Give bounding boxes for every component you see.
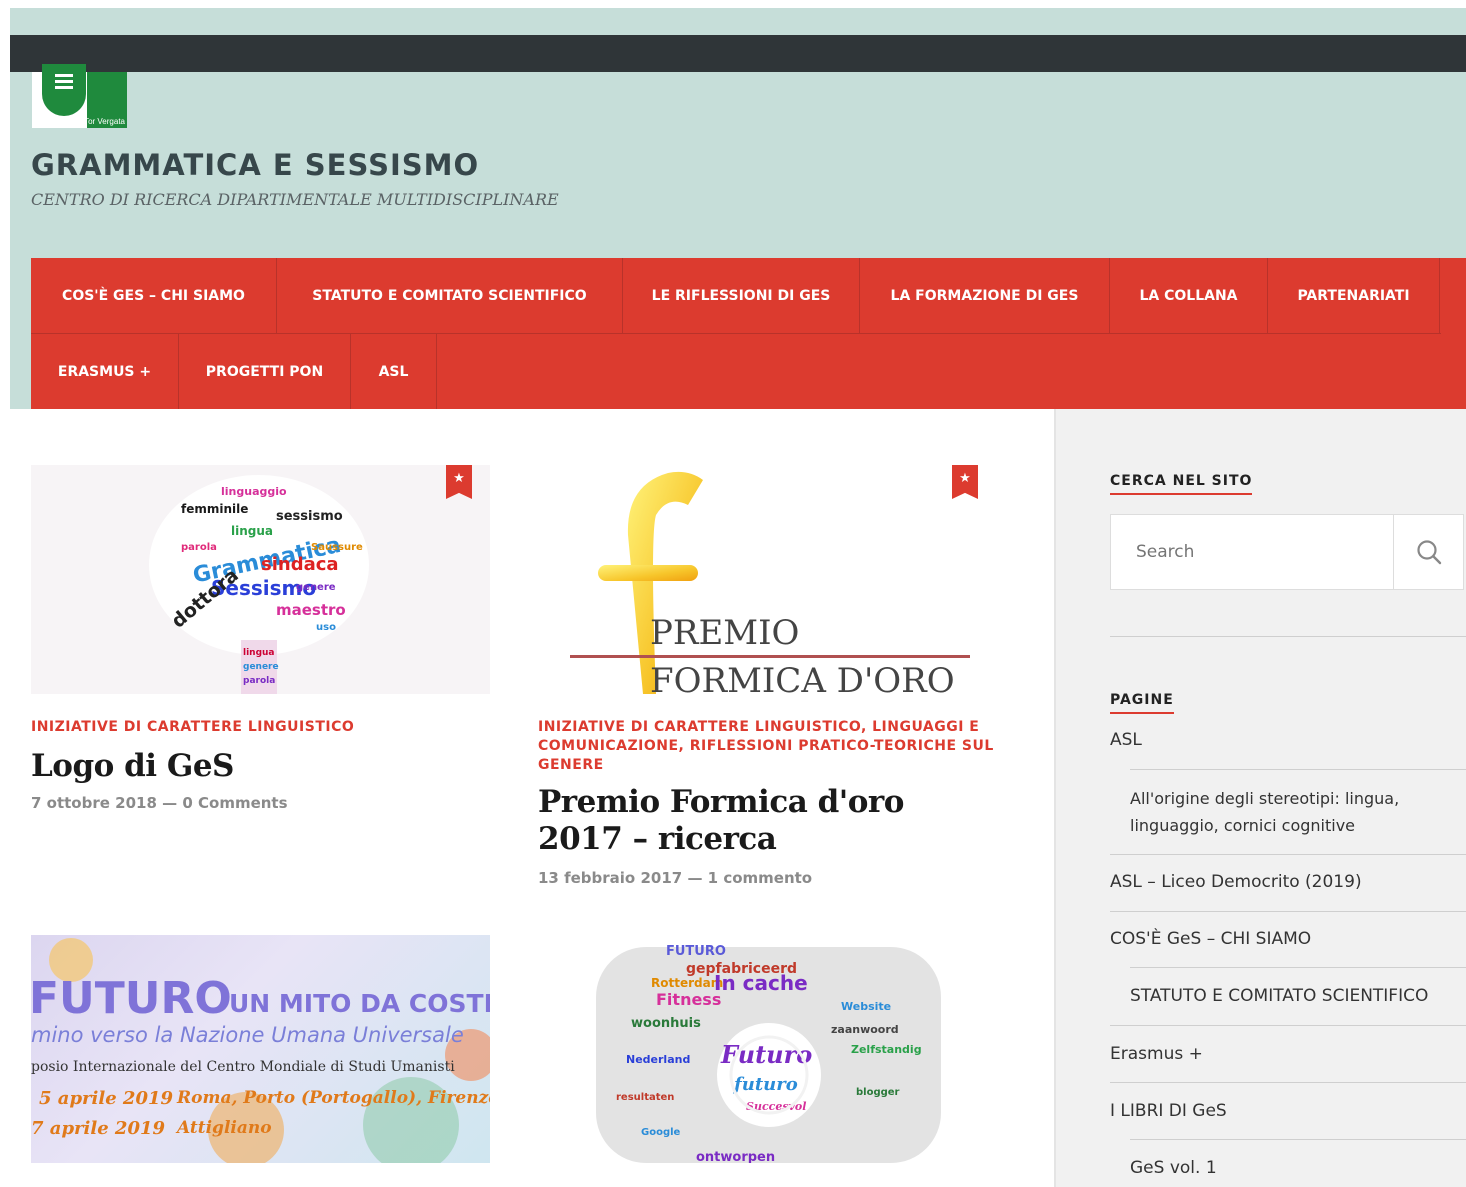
page-link-asl[interactable]: ASL <box>1110 727 1142 754</box>
widget-title-pages: PAGINE <box>1110 692 1174 714</box>
list-divider <box>1110 911 1466 912</box>
logo-emblem <box>42 64 86 116</box>
futuro-image-subtitle: UN MITO DA COSTRU <box>229 989 490 1018</box>
post-meta: 7 ottobre 2018 — 0 Comments <box>31 794 288 812</box>
svg-text:FUTURO: FUTURO <box>666 944 726 959</box>
list-divider <box>1110 1025 1466 1026</box>
page-link-ges-vol-1[interactable]: GeS vol. 1 <box>1130 1155 1217 1182</box>
svg-text:parola: parola <box>243 676 275 686</box>
post-thumbnail-logo-ges[interactable]: linguaggio femminile sessismo Grammatica… <box>31 465 490 694</box>
svg-text:Google: Google <box>641 1127 681 1138</box>
futuro-image-place: Attigliano <box>177 1118 272 1138</box>
svg-text:genere: genere <box>243 662 279 672</box>
post-date[interactable]: 13 febbraio 2017 <box>538 869 682 887</box>
page-link-asl-democrito[interactable]: ASL – Liceo Democrito (2019) <box>1110 869 1362 896</box>
nav-item-progetti-pon[interactable]: PROGETTI PON <box>179 334 351 409</box>
svg-text:resultaten: resultaten <box>616 1092 674 1103</box>
futuro-image-line: mino verso la Nazione Umana Universale <box>31 1023 464 1047</box>
nav-item-partenariati[interactable]: PARTENARIATI <box>1268 258 1440 333</box>
widget-title-search: CERCA NEL SITO <box>1110 473 1253 495</box>
svg-text:Saussure: Saussure <box>311 542 363 553</box>
site-logo[interactable]: Tor Vergata <box>32 64 127 128</box>
nav-item-erasmus[interactable]: ERASMUS + <box>31 334 179 409</box>
svg-text:In cache: In cache <box>714 971 808 995</box>
word-cloud-tree: linguaggio femminile sessismo Grammatica… <box>149 475 369 694</box>
futuro-image-place: Roma, Porto (Portogallo), Firenze <box>177 1088 490 1108</box>
search-form <box>1110 514 1464 590</box>
post-thumbnail-futuro-cloud[interactable]: FUTURO gepfabriceerd Rotterdam In cache … <box>596 935 941 1163</box>
list-divider <box>1110 1082 1466 1083</box>
nav-row-2: ERASMUS + PROGETTI PON ASL <box>31 334 437 409</box>
post-category[interactable]: INIZIATIVE DI CARATTERE LINGUISTICO <box>31 718 491 737</box>
window-edge <box>0 0 1466 8</box>
word-cloud-ring: FUTURO gepfabriceerd Rotterdam In cache … <box>596 944 941 1163</box>
svg-text:woonhuis: woonhuis <box>631 1016 701 1031</box>
logo-subtext: Tor Vergata <box>84 117 125 126</box>
list-divider <box>1110 854 1466 855</box>
nav-item-chi-siamo[interactable]: COS'È GES – CHI SIAMO <box>31 258 277 333</box>
svg-text:Website: Website <box>841 1000 891 1013</box>
site-tagline: CENTRO DI RICERCA DIPARTIMENTALE MULTIDI… <box>31 190 559 209</box>
futuro-image-line: posio Internazionale del Centro Mondiale… <box>31 1059 455 1075</box>
svg-text:Rotterdam: Rotterdam <box>651 976 723 990</box>
formica-logo <box>570 471 970 694</box>
svg-text:femminile: femminile <box>181 502 248 516</box>
post-date[interactable]: 7 ottobre 2018 <box>31 794 157 812</box>
svg-text:Zelfstandig: Zelfstandig <box>851 1043 922 1056</box>
page-link-erasmus[interactable]: Erasmus + <box>1110 1041 1203 1068</box>
post-meta: 13 febbraio 2017 — 1 commento <box>538 869 813 887</box>
header-strip <box>10 8 1466 35</box>
svg-text:zaanwoord: zaanwoord <box>831 1023 899 1036</box>
search-input[interactable] <box>1111 515 1394 589</box>
post-thumbnail-premio[interactable]: PREMIO FORMICA D'ORO ★ <box>538 465 997 694</box>
svg-text:uso: uso <box>316 622 336 633</box>
post-title[interactable]: Logo di GeS <box>31 748 491 785</box>
nav-item-riflessioni[interactable]: LE RIFLESSIONI DI GES <box>623 258 860 333</box>
top-bar <box>10 35 1466 72</box>
post-thumbnail-futuro[interactable]: FUTURO UN MITO DA COSTRU mino verso la N… <box>31 935 490 1163</box>
site-title[interactable]: GRAMMATICA E SESSISMO <box>31 148 479 182</box>
premio-image-text: PREMIO <box>650 613 800 653</box>
nav-item-asl[interactable]: ASL <box>351 334 437 409</box>
nav-item-formazione[interactable]: LA FORMAZIONE DI GES <box>860 258 1110 333</box>
content-divider <box>1054 409 1056 1187</box>
futuro-image-title: FUTURO <box>31 973 232 1024</box>
post-comments[interactable]: 1 commento <box>708 869 812 887</box>
nav-item-statuto[interactable]: STATUTO E COMITATO SCIENTIFICO <box>277 258 623 333</box>
nav-item-collana[interactable]: LA COLLANA <box>1110 258 1268 333</box>
svg-text:futuro: futuro <box>732 1074 798 1095</box>
page-link-libri[interactable]: I LIBRI DI GeS <box>1110 1098 1227 1125</box>
svg-text:Nederland: Nederland <box>626 1053 690 1066</box>
main-navigation: COS'È GES – CHI SIAMO STATUTO E COMITATO… <box>31 258 1466 409</box>
svg-text:genere: genere <box>296 582 336 593</box>
svg-text:ontworpen: ontworpen <box>696 1150 775 1163</box>
page-link-stereotipi[interactable]: All'origine degli stereotipi: lingua, li… <box>1130 785 1450 839</box>
svg-text:lingua: lingua <box>231 524 273 538</box>
post-comments[interactable]: 0 Comments <box>182 794 287 812</box>
post-category[interactable]: INIZIATIVE DI CARATTERE LINGUISTICO, LIN… <box>538 718 998 775</box>
futuro-image-date: 5 aprile 2019 <box>39 1088 174 1109</box>
list-divider <box>1130 1139 1466 1140</box>
search-icon <box>1416 540 1441 565</box>
svg-text:parola: parola <box>181 542 217 553</box>
futuro-image-date: 7 aprile 2019 <box>31 1118 166 1139</box>
formica-image-text: FORMICA D'ORO <box>650 661 955 694</box>
search-button[interactable] <box>1393 515 1463 589</box>
list-divider <box>1130 769 1466 770</box>
svg-text:linguaggio: linguaggio <box>221 485 287 498</box>
svg-text:sindaca: sindaca <box>261 554 339 575</box>
widget-divider <box>1110 636 1466 637</box>
post-title[interactable]: Premio Formica d'oro 2017 – ricerca <box>538 784 978 858</box>
svg-text:maestro: maestro <box>276 601 346 619</box>
page-link-statuto[interactable]: STATUTO E COMITATO SCIENTIFICO <box>1130 983 1428 1010</box>
svg-text:sessismo: sessismo <box>276 509 343 524</box>
svg-text:blogger: blogger <box>856 1087 900 1098</box>
svg-text:lingua: lingua <box>243 648 275 658</box>
list-divider <box>1130 967 1466 968</box>
nav-row-1: COS'È GES – CHI SIAMO STATUTO E COMITATO… <box>31 258 1440 333</box>
svg-text:Fitness: Fitness <box>656 990 721 1009</box>
page-link-chi-siamo[interactable]: COS'È GeS – CHI SIAMO <box>1110 926 1311 953</box>
